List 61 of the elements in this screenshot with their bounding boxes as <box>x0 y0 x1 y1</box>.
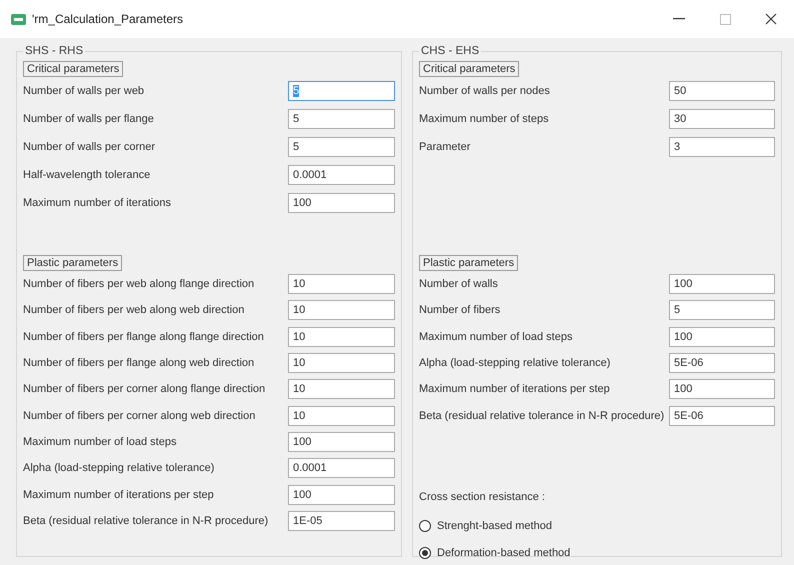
field-label: Cross section resistance : <box>419 490 546 505</box>
input-field[interactable]: 50 <box>669 81 775 101</box>
field-label: Beta (residual relative tolerance in N-R procedure) <box>419 410 664 422</box>
input-field[interactable]: 0.0001 <box>288 458 395 478</box>
field-label: Number of fibers per web along web direction <box>23 304 244 316</box>
input-field[interactable]: 5 <box>288 137 395 157</box>
field-label: Number of walls per corner <box>23 141 156 153</box>
field-label: Parameter <box>419 141 470 153</box>
field-label: Number of fibers per corner along web direction <box>23 410 256 422</box>
input-field[interactable]: 3 <box>669 137 775 157</box>
maximize-icon <box>720 14 730 24</box>
input-field[interactable]: 0.0001 <box>288 165 395 185</box>
input-field[interactable]: 100 <box>288 432 395 452</box>
field-label: Number of fibers <box>419 304 500 316</box>
input-field[interactable]: 1E-05 <box>288 510 395 531</box>
field-label: Beta (residual relative tolerance in N-R procedure) <box>23 514 268 527</box>
field-label: Number of fibers per corner along flange direction <box>23 383 266 396</box>
input-field[interactable]: 100 <box>288 193 395 213</box>
input-field[interactable]: 10 <box>288 274 395 294</box>
field-label: Alpha (load-stepping relative tolerance) <box>419 357 610 370</box>
input-field[interactable]: 10 <box>288 406 395 426</box>
field-label: Alpha (load-stepping relative tolerance) <box>23 462 214 474</box>
field-label: Number of fibers per flange along web direction <box>23 357 254 370</box>
input-field[interactable]: 5E-06 <box>669 353 775 374</box>
input-field[interactable]: 10 <box>288 379 395 400</box>
group-title: SHS - RHS <box>24 45 84 57</box>
section-title: Critical parameters <box>23 61 124 77</box>
field-label: Number of walls per flange <box>23 113 154 125</box>
field-label: Maximum number of iterations <box>23 197 171 209</box>
app-icon <box>11 14 26 24</box>
input-field[interactable]: 10 <box>288 353 395 374</box>
input-field[interactable]: 30 <box>669 109 775 129</box>
input-field[interactable]: 10 <box>288 300 395 320</box>
field-label: Maximum number of steps <box>419 113 549 125</box>
input-field[interactable]: 100 <box>669 274 775 294</box>
field-label: Number of walls <box>419 278 498 290</box>
field-label: Number of fibers per flange along flange direction <box>23 330 264 343</box>
field-label: Number of walls per nodes <box>419 85 550 97</box>
input-field[interactable]: 100 <box>288 484 395 505</box>
input-field[interactable]: 100 <box>669 379 775 400</box>
field-label: Maximum number of load steps <box>23 436 176 448</box>
group-title: CHS - EHS <box>420 45 480 57</box>
field-label: Half-wavelength tolerance <box>23 169 150 181</box>
input-field[interactable]: 5E-06 <box>669 406 775 426</box>
field-label: Number of walls per web <box>23 85 144 97</box>
section-title: Plastic parameters <box>419 255 518 271</box>
field-label: Maximum number of iterations per step <box>419 383 610 396</box>
input-field[interactable]: 5 <box>288 109 395 129</box>
input-field[interactable]: 100 <box>669 326 775 347</box>
field-label: Maximum number of iterations per step <box>23 488 214 501</box>
window-title: 'rm_Calculation_Parameters <box>32 12 184 26</box>
field-label: Maximum number of load steps <box>419 330 572 343</box>
minimize-icon <box>673 18 685 20</box>
input-field[interactable]: 10 <box>288 326 395 347</box>
section-title: Plastic parameters <box>23 255 122 271</box>
radio-option[interactable]: Deformation-based method <box>419 540 570 565</box>
close-icon <box>765 13 777 25</box>
section-title: Critical parameters <box>419 61 520 77</box>
input-field[interactable]: 5 <box>669 300 775 320</box>
radio-option[interactable]: Strenght-based method <box>419 512 552 540</box>
field-label: Number of fibers per web along flange direction <box>23 278 254 290</box>
